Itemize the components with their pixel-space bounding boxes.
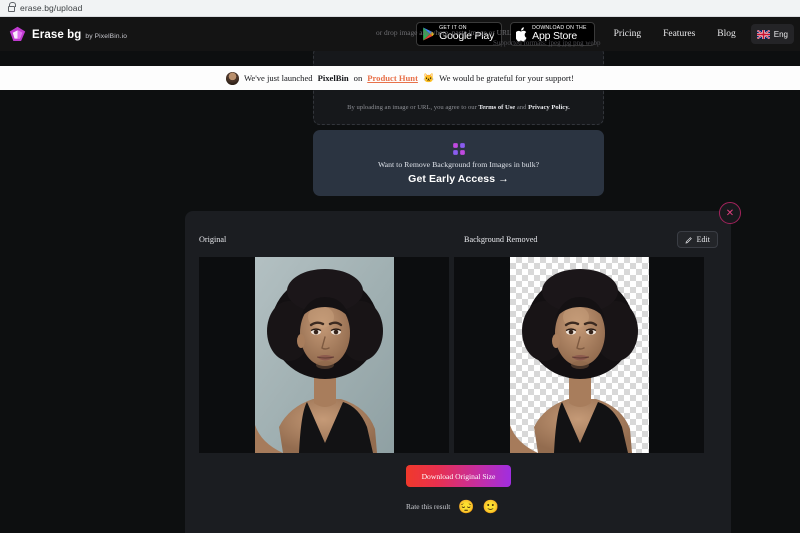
browser-chrome: erase.bg/upload	[0, 0, 800, 17]
drop-image-hint: or drop image anywhere, paste image or U…	[376, 28, 512, 37]
terms-line: By uploading an image or URL, you agree …	[314, 104, 603, 111]
announcement-brand: PixelBin	[317, 73, 349, 83]
language-label: Eng	[773, 29, 788, 39]
original-image-pane[interactable]	[199, 257, 449, 453]
nav-link-blog[interactable]: Blog	[706, 29, 746, 39]
page-viewport: By uploading an image or URL, you agree …	[0, 17, 800, 533]
language-selector[interactable]: Eng	[750, 24, 794, 44]
erasebg-logo-icon	[9, 26, 26, 41]
close-icon[interactable]: ✕	[719, 202, 741, 224]
brand-logo[interactable]: Erase bg by PixelBin.io	[8, 25, 127, 44]
bulk-grid-icon	[452, 142, 465, 155]
url-bar[interactable]: erase.bg/upload	[20, 3, 82, 13]
announcement-text-on: on	[353, 73, 363, 83]
lock-icon	[8, 2, 16, 12]
product-hunt-link[interactable]: Product Hunt	[367, 73, 418, 83]
portrait-illustration-original	[254, 257, 394, 453]
terms-and: and	[516, 104, 527, 111]
rate-positive-button[interactable]: 🙂	[483, 500, 499, 513]
terms-period: .	[568, 104, 570, 111]
rate-negative-button[interactable]: 😔	[458, 500, 474, 513]
get-early-access-button[interactable]: Get Early Access →	[408, 173, 509, 185]
portrait-illustration-cutout	[509, 269, 638, 453]
label-background-removed: Background Removed	[464, 235, 538, 244]
comparison-row	[199, 257, 704, 453]
background-removed-image-pane[interactable]	[454, 257, 704, 453]
edit-button-label: Edit	[696, 235, 710, 244]
person-avatar-icon	[225, 71, 239, 85]
uk-flag-icon	[756, 29, 770, 39]
bulk-access-card[interactable]: Want to Remove Background from Images in…	[313, 130, 604, 196]
brand-title: Erase bg	[32, 28, 82, 41]
edit-button[interactable]: Edit	[676, 231, 718, 248]
close-icon-glyph: ✕	[725, 207, 735, 219]
bulk-card-title: Want to Remove Background from Images in…	[377, 159, 540, 169]
nav-link-pricing[interactable]: Pricing	[603, 29, 652, 39]
top-navigation-bar: Erase bg by PixelBin.io or drop image an…	[0, 17, 800, 51]
original-photo	[254, 257, 394, 453]
rate-this-result-label: Rate this result	[406, 502, 451, 511]
label-original: Original	[199, 235, 227, 244]
announcement-emoji: 🐱	[422, 72, 435, 83]
nav-link-features[interactable]: Features	[652, 29, 706, 39]
result-panel-header: Original Background Removed Edit	[185, 211, 731, 249]
background-removed-photo	[509, 257, 649, 453]
announcement-banner: We've just launched PixelBin on Product …	[0, 66, 800, 90]
terms-of-use-link[interactable]: Terms of Use	[478, 104, 515, 111]
supported-formats-text: Supported formats: jpeg jpg png webp	[493, 39, 601, 47]
pencil-icon	[685, 236, 692, 243]
rate-result-row: Rate this result 😔 🙂	[406, 500, 499, 513]
privacy-policy-link[interactable]: Privacy Policy	[528, 104, 568, 111]
announcement-text-after: We would be grateful for your support!	[439, 73, 575, 83]
result-panel: Original Background Removed Edit Downloa…	[185, 211, 731, 533]
announcement-text-before: We've just launched	[243, 73, 313, 83]
download-original-size-button[interactable]: Download Original Size	[406, 465, 511, 487]
terms-prefix: By uploading an image or URL, you agree …	[347, 104, 477, 111]
brand-subtitle: by PixelBin.io	[85, 32, 128, 40]
